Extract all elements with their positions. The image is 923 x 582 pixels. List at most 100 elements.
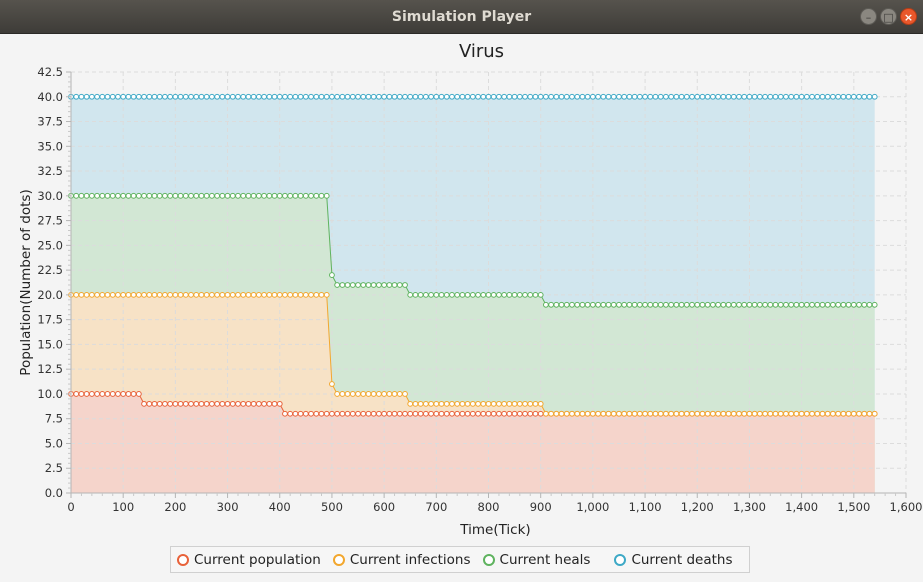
data-point: [746, 301, 753, 308]
data-point: [605, 93, 612, 100]
legend-item: Current deaths: [614, 552, 732, 568]
data-point: [469, 93, 476, 100]
data-point: [229, 400, 236, 407]
data-point: [454, 410, 461, 417]
data-point: [449, 291, 455, 298]
data-point: [235, 93, 241, 100]
data-point: [438, 291, 445, 298]
data-point: [840, 410, 847, 417]
data-point: [584, 410, 591, 417]
data-point: [250, 400, 257, 407]
data-point: [287, 93, 294, 100]
data-point: [302, 93, 309, 100]
data-point: [73, 192, 80, 199]
data-point: [506, 410, 513, 417]
data-point: [788, 301, 795, 308]
data-point: [506, 291, 513, 298]
data-point: [402, 391, 408, 397]
data-point: [558, 410, 565, 417]
data-point: [297, 93, 304, 100]
data-point: [355, 410, 361, 417]
data-point: [428, 93, 434, 100]
y-tick-label: 7.5: [45, 412, 63, 426]
data-point: [391, 410, 398, 417]
data-point: [532, 291, 539, 298]
data-point: [532, 400, 539, 407]
data-point: [365, 410, 372, 417]
data-point: [276, 93, 283, 100]
data-point: [360, 391, 367, 397]
data-point: [856, 410, 862, 417]
data-point: [746, 93, 753, 100]
data-point: [814, 410, 821, 417]
data-point: [209, 93, 215, 100]
maximize-icon[interactable]: □: [880, 8, 897, 25]
data-point: [250, 192, 257, 199]
x-tick-label: 600: [373, 500, 395, 514]
data-point: [798, 93, 805, 100]
data-point: [819, 93, 826, 100]
data-point: [417, 410, 424, 417]
data-point: [355, 282, 361, 288]
data-point: [376, 391, 382, 397]
minimize-icon[interactable]: –: [860, 8, 877, 25]
data-point: [329, 93, 335, 100]
data-point: [511, 93, 518, 100]
data-point: [355, 391, 361, 397]
data-point: [417, 93, 424, 100]
data-point: [130, 192, 137, 199]
data-point: [527, 410, 534, 417]
legend-label: Current heals: [499, 551, 591, 568]
data-point: [861, 93, 868, 100]
data-point: [318, 192, 325, 199]
data-point: [506, 93, 513, 100]
series-points-3: [68, 93, 878, 100]
data-point: [198, 400, 205, 407]
close-icon[interactable]: ×: [900, 8, 917, 25]
data-point: [464, 93, 471, 100]
data-point: [177, 192, 184, 199]
data-point: [94, 93, 100, 100]
data-point: [678, 93, 685, 100]
data-point: [261, 400, 267, 407]
data-point: [710, 410, 716, 417]
data-point: [302, 291, 309, 298]
x-tick-label: 1,100: [629, 500, 662, 514]
data-point: [553, 410, 560, 417]
data-point: [694, 301, 701, 308]
data-point: [537, 410, 544, 417]
data-point: [746, 410, 753, 417]
x-tick-label: 800: [478, 500, 500, 514]
data-point: [516, 93, 523, 100]
data-point: [156, 291, 163, 298]
data-point: [198, 291, 205, 298]
data-point: [99, 391, 106, 397]
data-point: [772, 410, 779, 417]
data-point: [203, 291, 210, 298]
data-point: [464, 291, 471, 298]
data-point: [417, 291, 424, 298]
data-point: [151, 192, 158, 199]
data-point: [292, 410, 299, 417]
data-point: [104, 291, 111, 298]
data-point: [381, 410, 388, 417]
chart-title: Virus: [459, 41, 504, 62]
data-point: [151, 400, 158, 407]
data-point: [736, 410, 742, 417]
data-point: [454, 291, 461, 298]
data-point: [271, 93, 278, 100]
data-point: [631, 410, 638, 417]
data-point: [449, 410, 455, 417]
data-point: [772, 301, 779, 308]
data-point: [391, 391, 398, 397]
data-point: [783, 301, 789, 308]
data-point: [443, 400, 450, 407]
data-point: [548, 93, 555, 100]
data-point: [339, 282, 346, 288]
data-point: [78, 192, 85, 199]
window-titlebar[interactable]: Simulation Player – □ ×: [0, 0, 923, 34]
y-tick-label: 2.5: [45, 461, 63, 475]
window-title: Simulation Player: [391, 9, 532, 25]
data-point: [720, 301, 727, 308]
data-point: [219, 192, 226, 199]
